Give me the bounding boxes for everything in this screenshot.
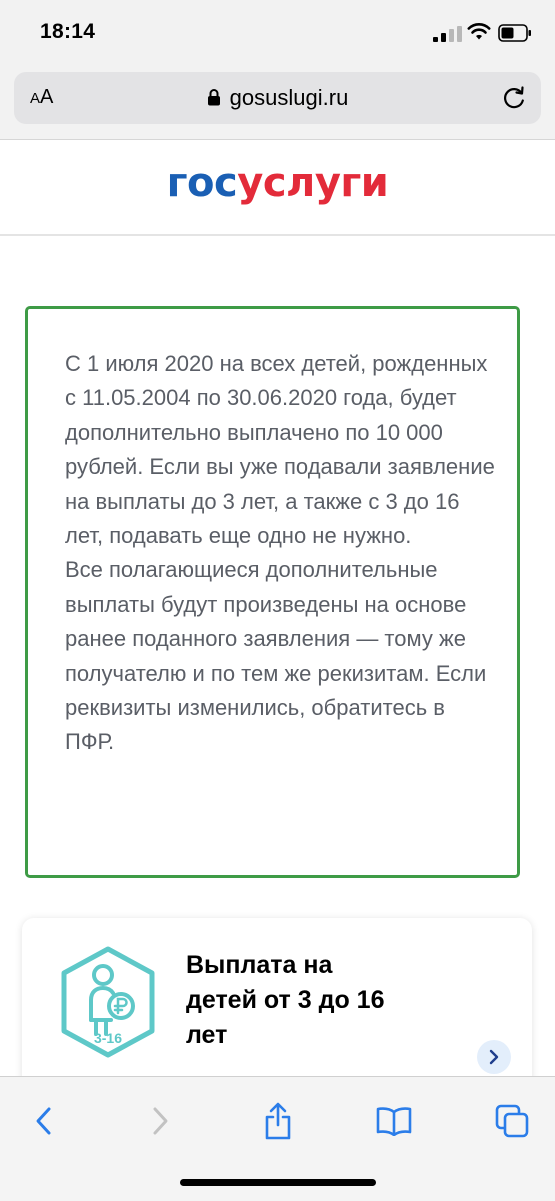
gosuslugi-logo[interactable]: госуслуги <box>0 160 555 206</box>
site-header: госуслуги <box>0 140 555 236</box>
share-icon <box>265 1102 291 1140</box>
tabs-icon <box>495 1104 529 1138</box>
child-ruble-icon: 3-16 <box>61 946 155 1058</box>
wifi-icon <box>467 23 491 40</box>
browser-address-area: AA gosuslugi.ru <box>0 64 555 140</box>
notice-paragraph-2: Все полагающиеся дополнительные выплаты … <box>65 557 487 755</box>
notice-text: С 1 июля 2020 на всех детей, рожденных с… <box>65 347 495 760</box>
logo-part-gos: гос <box>166 160 238 206</box>
share-button[interactable] <box>256 1099 300 1143</box>
chevron-right-icon <box>489 1049 499 1065</box>
url-text: gosuslugi.ru <box>229 85 349 110</box>
bookmarks-button[interactable] <box>372 1099 416 1143</box>
back-button[interactable] <box>22 1099 66 1143</box>
battery-icon <box>498 24 531 42</box>
age-badge-text: 3-16 <box>94 1030 122 1046</box>
logo-part-uslugi: услуги <box>237 160 389 206</box>
book-icon <box>376 1107 412 1136</box>
address-bar[interactable]: AA gosuslugi.ru <box>14 72 541 124</box>
forward-button[interactable] <box>138 1099 182 1143</box>
notice-paragraph-1: С 1 июля 2020 на всех детей, рожденных с… <box>65 351 495 549</box>
card-title: Выплата на детей от 3 до 16 лет <box>186 951 385 1049</box>
tabs-button[interactable] <box>490 1099 534 1143</box>
notice-box: С 1 июля 2020 на всех детей, рожденных с… <box>25 306 520 878</box>
back-arrow-icon <box>36 1107 51 1135</box>
url-display[interactable]: gosuslugi.ru <box>14 72 541 124</box>
status-bar: 18:14 <box>0 0 555 64</box>
chevron-right-button[interactable] <box>477 1040 511 1074</box>
reload-icon[interactable] <box>501 84 527 112</box>
payment-card[interactable]: 3-16 Выплата на детей от 3 до 16 лет <box>22 918 532 1088</box>
signal-icon <box>433 26 462 42</box>
status-time: 18:14 <box>40 20 96 43</box>
forward-arrow-icon <box>153 1107 168 1135</box>
home-indicator <box>180 1179 376 1186</box>
lock-icon <box>207 89 220 106</box>
